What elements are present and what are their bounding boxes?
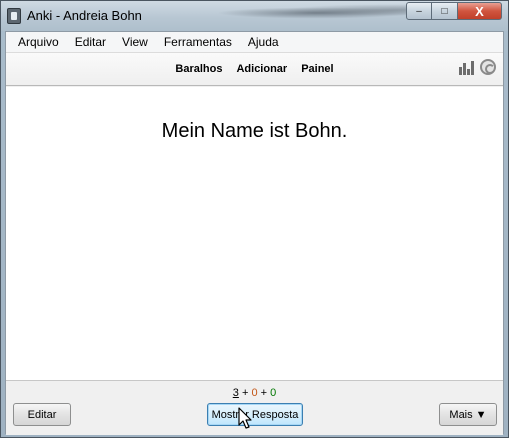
- due-counts: 3 + 0 + 0: [6, 387, 503, 399]
- card-question: Mein Name ist Bohn.: [161, 120, 348, 142]
- new-count: 3: [232, 387, 239, 399]
- top-toolbar: Baralhos Adicionar Painel: [6, 53, 503, 86]
- maximize-button[interactable]: □: [432, 2, 458, 20]
- minimize-button[interactable]: –: [406, 2, 432, 20]
- toolbar-link-adicionar[interactable]: Adicionar: [229, 63, 294, 75]
- window-title: Anki - Andreia Bohn: [27, 8, 142, 23]
- bottom-bar: 3 + 0 + 0 Editar Mostrar Resposta Mais ▼: [6, 380, 503, 435]
- app-window: Anki - Andreia Bohn – □ X Arquivo Editar…: [0, 0, 509, 438]
- count-separator: +: [241, 387, 249, 399]
- toolbar-link-baralhos[interactable]: Baralhos: [168, 63, 229, 75]
- more-button[interactable]: Mais ▼: [439, 403, 497, 426]
- title-bar[interactable]: Anki - Andreia Bohn – □ X: [1, 1, 508, 31]
- count-separator: +: [260, 387, 268, 399]
- menu-arquivo[interactable]: Arquivo: [10, 35, 67, 49]
- close-button[interactable]: X: [458, 2, 502, 20]
- menu-editar[interactable]: Editar: [67, 35, 114, 49]
- anki-app-icon[interactable]: [7, 8, 21, 24]
- main-client-area: Arquivo Editar View Ferramentas Ajuda Ba…: [5, 31, 504, 435]
- mouse-pointer-icon: [238, 407, 252, 429]
- learn-count: 0: [251, 387, 258, 399]
- stats-icon[interactable]: [459, 61, 475, 75]
- review-count: 0: [270, 387, 277, 399]
- menu-bar: Arquivo Editar View Ferramentas Ajuda: [6, 32, 503, 53]
- card-review-area: Mein Name ist Bohn.: [6, 87, 503, 380]
- toolbar-link-painel[interactable]: Painel: [294, 63, 340, 75]
- menu-ferramentas[interactable]: Ferramentas: [156, 35, 240, 49]
- toolbar-links: Baralhos Adicionar Painel: [6, 63, 503, 75]
- menu-ajuda[interactable]: Ajuda: [240, 35, 287, 49]
- show-answer-button[interactable]: Mostrar Resposta: [207, 403, 303, 426]
- edit-button[interactable]: Editar: [13, 403, 71, 426]
- sync-icon[interactable]: [480, 59, 496, 75]
- menu-view[interactable]: View: [114, 35, 156, 49]
- window-controls: – □ X: [406, 2, 502, 20]
